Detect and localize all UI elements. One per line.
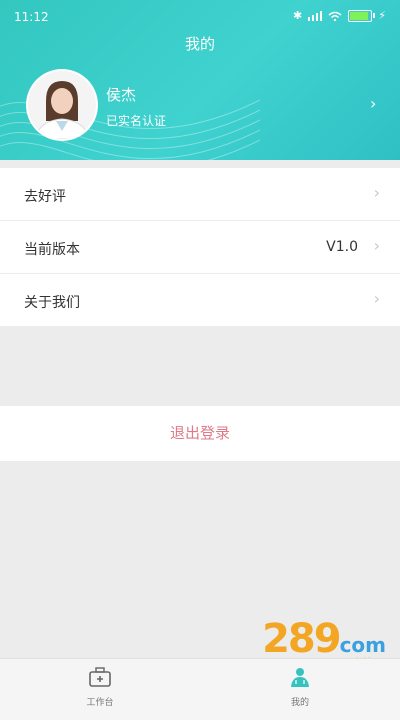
watermark-main: 289 <box>262 616 341 662</box>
tab-label: 工作台 <box>86 698 114 708</box>
doctor-portrait-image <box>28 71 96 139</box>
charging-icon: ⚡ <box>378 9 386 22</box>
menu-item-label: 当前版本 <box>24 242 80 258</box>
status-bar: 11:12 ✱ ⚡ <box>0 0 400 32</box>
signal-icon <box>308 10 323 21</box>
user-name: 侯杰 <box>106 86 137 104</box>
menu-item-rate-app[interactable]: 去好评 › <box>0 168 400 221</box>
verification-status: 已实名认证 <box>106 114 167 128</box>
profile-header: 11:12 ✱ ⚡ 我的 侯杰 已实名认证 › <box>0 0 400 160</box>
tab-workbench[interactable]: 工作台 <box>50 667 150 708</box>
logout-button[interactable]: 退出登录 <box>0 406 400 461</box>
chevron-right-icon: › <box>373 289 380 308</box>
medical-kit-icon <box>89 667 111 687</box>
chevron-right-icon: › <box>373 236 380 255</box>
bluetooth-icon: ✱ <box>293 9 303 22</box>
status-time: 11:12 <box>14 10 49 24</box>
page-title: 我的 <box>184 35 215 53</box>
menu-item-label: 去好评 <box>24 189 66 205</box>
battery-icon <box>348 9 376 22</box>
version-value: V1.0 <box>326 239 358 255</box>
bottom-tab-bar: 工作台 我的 <box>0 658 400 720</box>
profile-chevron-right-icon[interactable]: › <box>370 94 376 113</box>
menu-item-label: 关于我们 <box>24 295 80 311</box>
menu-item-version[interactable]: 当前版本 V1.0 › <box>0 221 400 274</box>
menu-item-about-us[interactable]: 关于我们 › <box>0 274 400 327</box>
wifi-icon <box>328 11 342 21</box>
settings-list: 去好评 › 当前版本 V1.0 › 关于我们 › <box>0 168 400 327</box>
chevron-right-icon: › <box>373 183 380 202</box>
doctor-icon <box>291 668 309 687</box>
avatar[interactable] <box>26 69 98 141</box>
tab-label: 我的 <box>290 698 309 708</box>
tab-mine[interactable]: 我的 <box>250 667 350 708</box>
